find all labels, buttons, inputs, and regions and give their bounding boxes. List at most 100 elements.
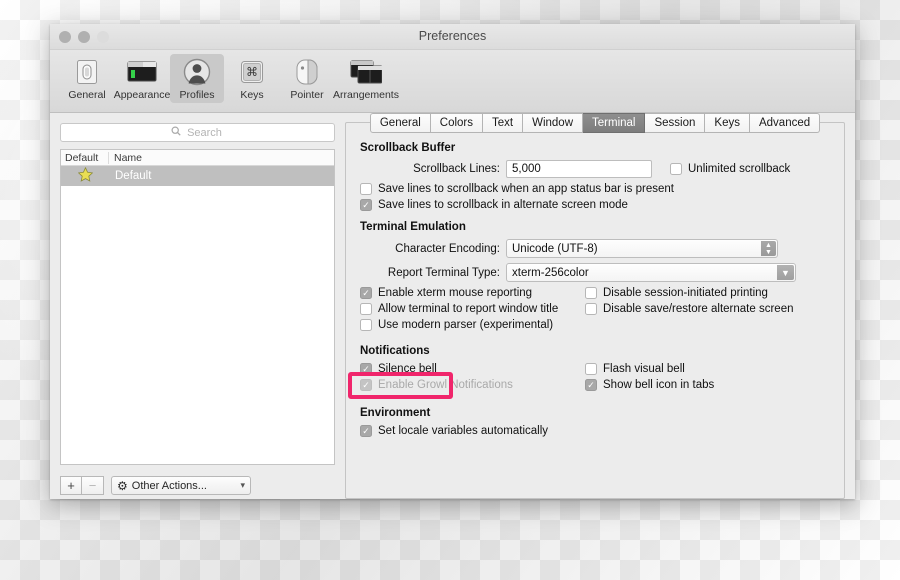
column-header-name[interactable]: Name <box>109 152 142 164</box>
preferences-detail-pane: General Colors Text Window Terminal Sess… <box>345 113 855 499</box>
tab-terminal[interactable]: Terminal <box>583 113 646 133</box>
flash-visual-bell-label: Flash visual bell <box>603 363 685 375</box>
flash-visual-bell-checkbox[interactable] <box>585 363 597 375</box>
emulation-column-right: Disable session-initiated printing Disab… <box>585 287 794 335</box>
sidebar-footer-toolbar: + − ⚙ Other Actions... ▾ <box>60 465 335 499</box>
character-encoding-value: Unicode (UTF-8) <box>512 242 598 255</box>
default-star-icon[interactable] <box>61 166 109 185</box>
character-encoding-popup[interactable]: Unicode (UTF-8) ▲ ▼ <box>506 239 778 258</box>
preferences-window: Preferences General Appearance Profiles … <box>50 24 855 499</box>
save-status-bar-row[interactable]: Save lines to scrollback when an app sta… <box>360 183 830 195</box>
section-heading: Scrollback Buffer <box>360 142 456 154</box>
set-locale-checkbox[interactable]: ✓ <box>360 425 372 437</box>
show-bell-icon-checkbox[interactable]: ✓ <box>585 379 597 391</box>
profiles-sidebar: Search Default Name Default + − ⚙ Other … <box>50 113 345 499</box>
notifications-column-left: ✓ Silence bell ✓ Enable Growl Notificati… <box>360 363 585 395</box>
disable-session-printing-checkbox[interactable] <box>585 287 597 299</box>
emulation-column-left: ✓ Enable xterm mouse reporting Allow ter… <box>360 287 585 335</box>
preferences-toolbar: General Appearance Profiles ⌘ Keys Point… <box>50 50 855 113</box>
scrollback-lines-row: Scrollback Lines: 5,000 Unlimited scroll… <box>360 160 830 178</box>
tab-advanced[interactable]: Advanced <box>749 113 821 133</box>
chevron-down-icon[interactable]: ▼ <box>777 265 794 280</box>
gear-icon: ⚙ <box>117 478 128 493</box>
profile-name: Default <box>115 170 152 182</box>
tab-window[interactable]: Window <box>523 113 584 133</box>
tab-general[interactable]: General <box>369 113 431 133</box>
xterm-mouse-reporting-label: Enable xterm mouse reporting <box>378 287 533 299</box>
profiles-list[interactable]: Default Name Default <box>60 149 335 465</box>
toolbar-item-label: Appearance <box>113 89 171 101</box>
save-alternate-row[interactable]: ✓ Save lines to scrollback in alternate … <box>360 199 830 211</box>
search-field[interactable]: Search <box>60 123 335 142</box>
set-locale-row[interactable]: ✓ Set locale variables automatically <box>360 425 830 437</box>
unlimited-scrollback-row[interactable]: Unlimited scrollback <box>670 163 790 175</box>
toolbar-item-label: Pointer <box>290 89 324 101</box>
save-status-bar-checkbox[interactable] <box>360 183 372 195</box>
save-alternate-label: Save lines to scrollback in alternate sc… <box>378 199 628 211</box>
other-actions-label: Other Actions... <box>131 479 207 492</box>
toolbar-item-general[interactable]: General <box>60 54 114 103</box>
toolbar-item-arrangements[interactable]: Arrangements <box>333 54 399 103</box>
tab-colors[interactable]: Colors <box>430 113 484 133</box>
tab-session[interactable]: Session <box>645 113 706 133</box>
report-terminal-type-row: Report Terminal Type: xterm-256color ▼ <box>360 263 830 282</box>
profiles-list-header: Default Name <box>61 150 334 166</box>
terminal-emulation-section: Terminal Emulation Character Encoding: U… <box>360 221 830 335</box>
window-appearance-icon <box>127 57 157 87</box>
tab-text[interactable]: Text <box>483 113 524 133</box>
modern-parser-checkbox[interactable] <box>360 319 372 331</box>
other-actions-menu[interactable]: ⚙ Other Actions... ▾ <box>111 476 251 495</box>
toolbar-item-label: Keys <box>240 89 264 101</box>
report-window-title-checkbox[interactable] <box>360 303 372 315</box>
toolbar-item-profiles[interactable]: Profiles <box>170 54 224 103</box>
terminal-settings-panel: General Colors Text Window Terminal Sess… <box>345 113 845 499</box>
xterm-mouse-reporting-checkbox[interactable]: ✓ <box>360 287 372 299</box>
settings-tab-bar: General Colors Text Window Terminal Sess… <box>346 113 844 133</box>
notifications-columns: ✓ Silence bell ✓ Enable Growl Notificati… <box>360 363 830 395</box>
character-encoding-row: Character Encoding: Unicode (UTF-8) ▲ ▼ <box>360 239 830 258</box>
xterm-mouse-reporting-row[interactable]: ✓ Enable xterm mouse reporting <box>360 287 585 299</box>
search-placeholder: Search <box>187 126 222 139</box>
show-bell-icon-row[interactable]: ✓ Show bell icon in tabs <box>585 379 714 391</box>
tab-keys[interactable]: Keys <box>705 113 750 133</box>
report-terminal-type-popup[interactable]: xterm-256color ▼ <box>506 263 796 282</box>
notifications-column-right: Flash visual bell ✓ Show bell icon in ta… <box>585 363 714 395</box>
stepper-icon[interactable]: ▲ ▼ <box>761 241 776 256</box>
silence-bell-label: Silence bell <box>378 363 437 375</box>
save-alternate-checkbox[interactable]: ✓ <box>360 199 372 211</box>
column-header-default[interactable]: Default <box>61 151 109 164</box>
emulation-checkbox-columns: ✓ Enable xterm mouse reporting Allow ter… <box>360 287 830 335</box>
report-window-title-label: Allow terminal to report window title <box>378 303 559 315</box>
unlimited-scrollback-checkbox[interactable] <box>670 163 682 175</box>
toggle-switch-icon <box>76 57 98 87</box>
toolbar-item-keys[interactable]: ⌘ Keys <box>225 54 279 103</box>
add-profile-button[interactable]: + <box>60 476 82 495</box>
window-body: Search Default Name Default + − ⚙ Other … <box>50 113 855 499</box>
remove-profile-button[interactable]: − <box>82 476 104 495</box>
disable-save-restore-row[interactable]: Disable save/restore alternate screen <box>585 303 794 315</box>
toolbar-item-label: General <box>68 89 106 101</box>
flash-visual-bell-row[interactable]: Flash visual bell <box>585 363 714 375</box>
section-heading: Notifications <box>360 345 430 357</box>
growl-notifications-checkbox[interactable]: ✓ <box>360 379 372 391</box>
growl-notifications-label: Enable Growl Notifications <box>378 379 513 391</box>
growl-notifications-row[interactable]: ✓ Enable Growl Notifications <box>360 379 585 391</box>
modern-parser-label: Use modern parser (experimental) <box>378 319 554 331</box>
disable-session-printing-row[interactable]: Disable session-initiated printing <box>585 287 794 299</box>
terminal-settings-content: Scrollback Buffer Scrollback Lines: 5,00… <box>346 133 844 437</box>
report-window-title-row[interactable]: Allow terminal to report window title <box>360 303 585 315</box>
scrollback-buffer-section: Scrollback Buffer Scrollback Lines: 5,00… <box>360 142 830 211</box>
svg-text:⌘: ⌘ <box>246 65 258 79</box>
disable-save-restore-checkbox[interactable] <box>585 303 597 315</box>
notifications-section: Notifications ✓ Silence bell ✓ Enable Gr… <box>360 345 830 395</box>
scrollback-lines-input[interactable]: 5,000 <box>506 160 652 178</box>
silence-bell-checkbox[interactable]: ✓ <box>360 363 372 375</box>
toolbar-item-pointer[interactable]: Pointer <box>280 54 334 103</box>
silence-bell-row[interactable]: ✓ Silence bell <box>360 363 585 375</box>
chevron-down-icon: ▾ <box>240 480 245 490</box>
window-title: Preferences <box>418 29 487 43</box>
toolbar-item-appearance[interactable]: Appearance <box>113 54 171 103</box>
window-titlebar: Preferences <box>50 24 855 50</box>
modern-parser-row[interactable]: Use modern parser (experimental) <box>360 319 585 331</box>
table-row[interactable]: Default <box>61 166 334 186</box>
